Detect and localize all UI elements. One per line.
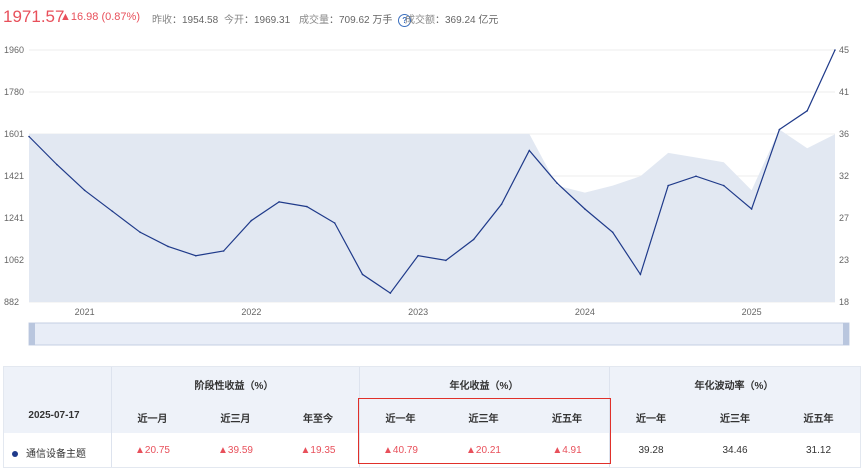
index-point bbox=[472, 238, 475, 241]
index-point bbox=[723, 184, 725, 187]
y-left-tick-label: 882 bbox=[4, 297, 19, 307]
index-point bbox=[778, 128, 781, 131]
index-point bbox=[333, 222, 336, 224]
open: 今开：1969.31 bbox=[224, 15, 291, 26]
index-point bbox=[806, 110, 808, 112]
index-point bbox=[667, 184, 669, 187]
y-left-tick-label: 1241 bbox=[4, 213, 24, 223]
index-point bbox=[695, 175, 697, 177]
y-left-tick-label: 1601 bbox=[4, 129, 24, 139]
index-point bbox=[222, 250, 225, 252]
value-vol-5y: 31.12 bbox=[805, 445, 832, 456]
index-point bbox=[111, 210, 114, 213]
index-point bbox=[611, 231, 614, 234]
benchmark-area bbox=[29, 129, 835, 302]
row-name: 通信设备主题 bbox=[12, 445, 86, 460]
x-tick-label: 2025 bbox=[742, 307, 762, 317]
value-1m: ▲20.75 bbox=[135, 445, 170, 456]
x-tick-label: 2022 bbox=[241, 307, 261, 317]
y-right-tick-label: 18 bbox=[839, 297, 849, 307]
index-point bbox=[306, 205, 308, 208]
index-point bbox=[584, 208, 586, 210]
group-header-period: 阶段性收益（%） bbox=[194, 381, 274, 392]
turnover-label: 成交额 bbox=[405, 15, 435, 26]
col-ytd[interactable]: 年至今 bbox=[277, 410, 359, 425]
prev-close: 昨收：1954.58 bbox=[152, 15, 219, 26]
y-left-tick-label: 1960 bbox=[4, 45, 24, 55]
x-tick-label: 2024 bbox=[575, 307, 595, 317]
open-label: 今开 bbox=[224, 15, 244, 26]
x-tick-label: 2023 bbox=[408, 307, 428, 317]
index-point bbox=[278, 201, 280, 203]
open-value: 1969.31 bbox=[254, 15, 291, 26]
highlight-box bbox=[358, 398, 611, 464]
group-header-volatility: 年化波动率（%） bbox=[694, 381, 774, 392]
y-left-tick-label: 1780 bbox=[4, 87, 24, 97]
index-point bbox=[556, 182, 558, 184]
value-vol-1y: 39.28 bbox=[638, 445, 664, 456]
index-point bbox=[83, 189, 86, 192]
y-left-tick-label: 1421 bbox=[4, 171, 24, 181]
y-left-tick-label: 1062 bbox=[4, 255, 24, 265]
col-vol-5y[interactable]: 近五年 bbox=[777, 410, 860, 425]
index-point bbox=[445, 259, 447, 262]
y-right-tick-label: 23 bbox=[839, 255, 849, 265]
index-point bbox=[56, 163, 58, 166]
index-point bbox=[639, 273, 642, 276]
index-point bbox=[834, 49, 836, 51]
price-change: ▲16.98 (0.87%) bbox=[60, 11, 140, 23]
x-tick-label: 2021 bbox=[75, 307, 95, 317]
index-point bbox=[417, 254, 419, 257]
col-vol-1y[interactable]: 近一年 bbox=[609, 410, 693, 425]
range-handle-left bbox=[29, 323, 35, 345]
y-right-tick-label: 41 bbox=[839, 87, 849, 97]
index-point bbox=[750, 208, 753, 210]
range-navigator bbox=[28, 322, 850, 346]
y-right-tick-label: 45 bbox=[839, 45, 849, 55]
table-date: 2025-07-17 bbox=[28, 410, 80, 421]
index-price: 1971.57 bbox=[3, 7, 65, 26]
volume-value: 709.62 万手 bbox=[339, 15, 393, 26]
prev-close-label: 昨收 bbox=[152, 15, 172, 26]
col-vol-3y[interactable]: 近三年 bbox=[693, 410, 777, 425]
prev-close-value: 1954.58 bbox=[182, 15, 219, 26]
range-handle-right bbox=[843, 323, 849, 345]
group-header-annual-return: 年化收益（%） bbox=[449, 381, 519, 392]
value-ytd: ▲19.35 bbox=[300, 445, 336, 456]
y-right-tick-label: 36 bbox=[839, 129, 849, 139]
quote-bar: 1971.57 ▲16.98 (0.87%) 昨收：1954.58 今开：196… bbox=[0, 0, 865, 34]
price-chart[interactable]: 1960 45 1780 41 1601 36 1421 32 1241 27 1062 23 882 1… bbox=[0, 36, 865, 352]
index-point bbox=[28, 135, 30, 138]
index-point bbox=[500, 203, 503, 206]
col-1m[interactable]: 近一月 bbox=[111, 410, 194, 425]
index-point bbox=[139, 231, 141, 234]
index-point bbox=[195, 254, 197, 257]
y-right-tick-label: 27 bbox=[839, 213, 849, 223]
turnover-value: 369.24 亿元 bbox=[445, 15, 499, 26]
index-point bbox=[167, 245, 169, 248]
index-point bbox=[250, 219, 253, 222]
y-right-tick-label: 32 bbox=[839, 171, 849, 181]
col-3m[interactable]: 近三月 bbox=[194, 410, 277, 425]
value-vol-3y: 34.46 bbox=[722, 445, 748, 456]
index-point bbox=[389, 292, 392, 294]
volume: 成交量：709.62 万手 ? bbox=[299, 11, 412, 27]
index-point bbox=[361, 273, 364, 276]
series-dot bbox=[12, 451, 18, 458]
row-name-label: 通信设备主题 bbox=[26, 449, 86, 460]
value-3m: ▲39.59 bbox=[218, 445, 253, 456]
index-point bbox=[528, 149, 531, 152]
volume-label: 成交量 bbox=[299, 15, 329, 26]
turnover: 成交额：369.24 亿元 bbox=[405, 15, 499, 26]
